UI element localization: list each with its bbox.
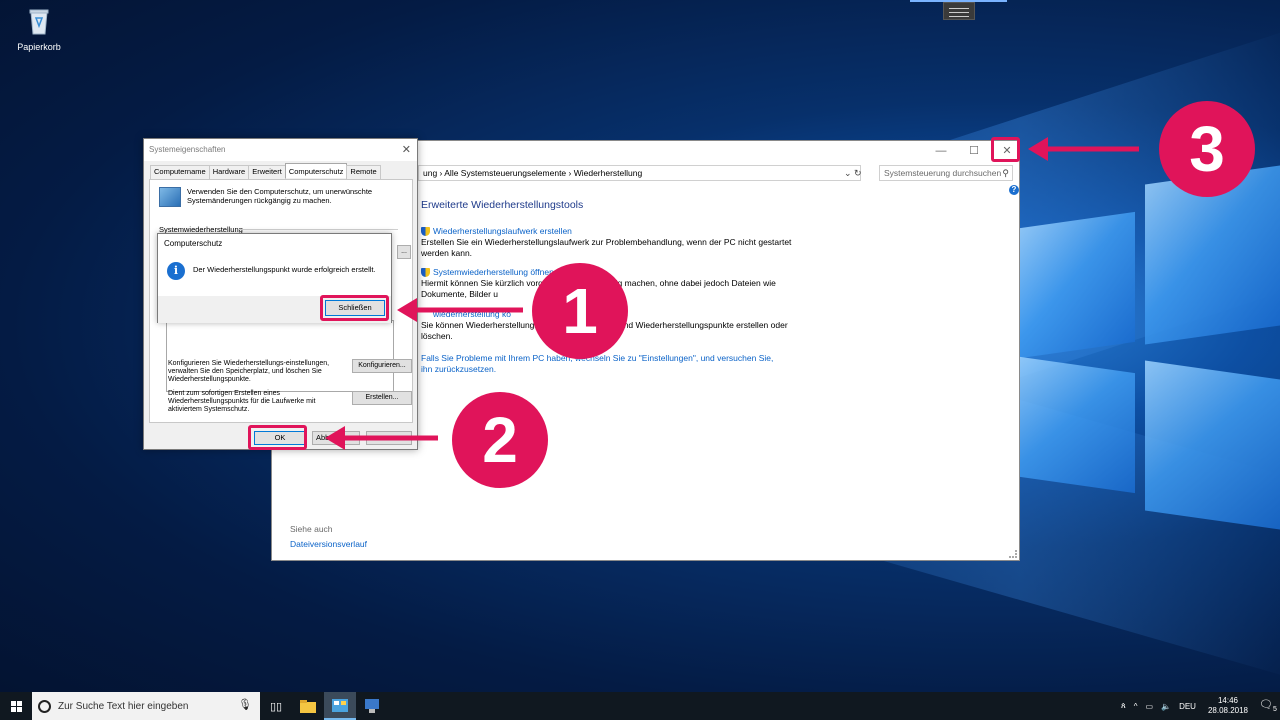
input-language[interactable]: DEU (1179, 702, 1196, 711)
taskbar: Zur Suche Text hier eingeben 🎙 ▯▯ ጰ ^ ▭ … (0, 692, 1280, 720)
page-title: Erweiterte Wiederherstellungstools (421, 199, 584, 211)
tab-erweitert[interactable]: Erweitert (248, 165, 286, 179)
recycle-bin-icon (29, 9, 49, 35)
tab-computername[interactable]: Computername (150, 165, 210, 179)
create-description: Dient zum sofortigen Erstellen eines Wie… (168, 390, 316, 413)
recovery-drive-link[interactable]: Wiederherstellungslaufwerk erstellen (421, 226, 811, 237)
clock-time: 14:46 (1217, 696, 1238, 705)
highlight-close-dialog-button (320, 295, 389, 321)
address-dropdown-refresh[interactable]: ⌄ ↻ (844, 165, 874, 181)
minimize-button[interactable]: — (927, 141, 955, 161)
maximize-button[interactable]: ☐ (960, 141, 988, 161)
microphone-icon[interactable]: 🎙 (238, 698, 252, 711)
cortana-icon (38, 699, 51, 713)
system-properties-titlebar[interactable]: Systemeigenschaften ✕ (144, 139, 417, 161)
notification-center-icon[interactable]: 🗨5 (1256, 698, 1280, 713)
address-bar[interactable]: ung › Alle Systemsteuerungselemente › Wi… (418, 165, 861, 181)
highlight-window-close-button (991, 137, 1020, 162)
tab-hardware[interactable]: Hardware (208, 165, 250, 179)
configure-description: Konfigurieren Sie Wiederherstellungs-ein… (168, 360, 330, 383)
uac-shield-icon (421, 268, 430, 277)
file-history-link[interactable]: Dateiversionsverlauf (290, 539, 367, 549)
create-button[interactable]: Erstellen... (352, 391, 412, 405)
network-icon[interactable]: ▭ (1146, 702, 1154, 711)
configure-button[interactable]: Konfigurieren... (352, 359, 412, 373)
tool-recovery-drive: Wiederherstellungslaufwerk erstellen Ers… (421, 226, 811, 259)
file-explorer-icon[interactable] (292, 692, 324, 720)
taskbar-clock[interactable]: 14:46 28.08.2018 (1208, 696, 1248, 716)
windows-icon (10, 700, 22, 712)
tab-computerschutz[interactable]: Computerschutz (284, 163, 348, 178)
system-restore-link[interactable]: Systemwiederherstellung öffnen (421, 267, 811, 278)
show-hidden-icons-icon[interactable]: ^ (1134, 702, 1138, 711)
tab-strip: Computername Hardware Erweitert Computer… (150, 163, 381, 179)
notification-count: 5 (1273, 706, 1277, 714)
system-tray: ጰ ^ ▭ 🔈 DEU 14:46 28.08.2018 🗨5 (1117, 692, 1280, 720)
task-view-icon[interactable]: ▯▯ (260, 692, 292, 720)
start-button[interactable] (0, 692, 32, 720)
control-panel-search-placeholder: Systemsteuerung durchsuchen (884, 168, 1002, 178)
info-icon: i (167, 262, 185, 280)
system-properties-taskbar-icon[interactable] (356, 692, 388, 720)
recycle-bin-shortcut[interactable]: Papierkorb (14, 6, 64, 52)
section-divider (238, 229, 398, 230)
taskbar-search-input[interactable]: Zur Suche Text hier eingeben 🎙 (32, 692, 260, 720)
control-panel-search-input[interactable]: Systemsteuerung durchsuchen ⚲ (879, 165, 1013, 181)
protection-intro-text: Verwenden Sie den Computerschutz, um une… (187, 187, 373, 205)
people-icon[interactable]: ጰ (1121, 701, 1126, 711)
system-restore-button[interactable]: ... (397, 245, 411, 259)
message-box-text: Der Wiederherstellungspunkt wurde erfolg… (193, 265, 376, 274)
remote-toolbar-handle[interactable] (943, 2, 975, 20)
arrow-left-icon (1028, 137, 1139, 161)
message-box-title: Computerschutz (164, 239, 223, 248)
control-panel-taskbar-icon[interactable] (324, 692, 356, 720)
system-protection-icon (159, 187, 181, 207)
help-icon[interactable]: ? (1009, 185, 1019, 195)
clock-date: 28.08.2018 (1207, 706, 1248, 715)
volume-icon[interactable]: 🔈 (1161, 702, 1171, 711)
close-icon[interactable]: ✕ (402, 139, 411, 161)
taskbar-search-placeholder: Zur Suche Text hier eingeben (58, 700, 189, 712)
reset-settings-link[interactable]: Falls Sie Probleme mit Ihrem PC haben, w… (421, 353, 781, 375)
recycle-bin-label: Papierkorb (17, 42, 61, 52)
recovery-drive-desc: Erstellen Sie ein Wiederherstellungslauf… (421, 237, 792, 258)
step-badge-3: 3 (1159, 101, 1255, 197)
resize-grip[interactable] (1009, 550, 1017, 558)
tab-remote[interactable]: Remote (346, 165, 381, 179)
step-badge-2: 2 (452, 392, 548, 488)
arrow-left-icon (397, 298, 523, 322)
highlight-ok-button (248, 425, 307, 450)
see-also-label: Siehe auch (290, 524, 333, 534)
search-icon: ⚲ (1002, 168, 1009, 178)
step-badge-1: 1 (532, 263, 628, 359)
system-properties-title: Systemeigenschaften (149, 145, 226, 154)
arrow-left-icon (325, 426, 438, 450)
uac-shield-icon (421, 227, 430, 236)
